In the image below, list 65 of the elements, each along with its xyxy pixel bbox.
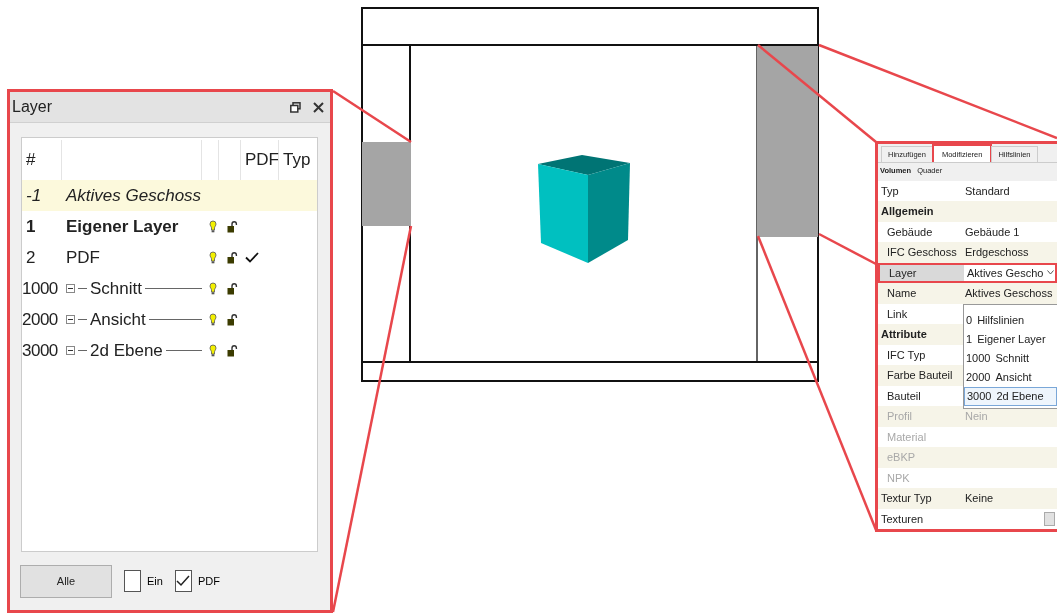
property-label: Bauteil xyxy=(886,389,922,402)
layer-number: 1000 xyxy=(22,278,58,298)
property-label: IFC Typ xyxy=(886,348,927,361)
dropdown-item[interactable]: 2000 Ansicht xyxy=(964,367,1057,387)
layer-number: 2000 xyxy=(22,309,58,329)
dropdown-item[interactable]: 3000 2d Ebene xyxy=(964,386,1057,406)
layer-name: Eigener Layer xyxy=(66,216,179,237)
caret-icon[interactable] xyxy=(1047,270,1055,276)
property-label: Typ xyxy=(880,184,900,197)
property-value[interactable]: Aktives Geschoss xyxy=(965,287,1053,300)
padlock-icon[interactable] xyxy=(226,313,238,326)
layer-name: Ansicht xyxy=(90,309,146,330)
layer-name: Aktives Geschoss xyxy=(66,185,202,206)
property-label: Farbe Bauteil xyxy=(886,369,954,382)
layer-name: 2d Ebene xyxy=(90,340,163,361)
checkbox-label: Ein xyxy=(147,575,163,587)
dropdown-item[interactable]: 1000 Schnitt xyxy=(964,348,1057,368)
layer-number: 2 xyxy=(26,247,36,267)
checkbox[interactable] xyxy=(174,570,192,592)
close-icon[interactable] xyxy=(313,101,324,113)
property-value[interactable]: Standard xyxy=(965,184,1010,197)
checkbox[interactable] xyxy=(124,570,141,592)
column-header[interactable]: Typ xyxy=(279,140,317,180)
padlock-icon[interactable] xyxy=(226,282,238,295)
light-bulb-icon[interactable] xyxy=(208,313,217,326)
layer-dropdown[interactable]: Aktives Gescho xyxy=(964,266,1055,279)
property-label: Material xyxy=(886,430,928,443)
property-label: NPK xyxy=(886,471,911,484)
layer-number: 1 xyxy=(26,216,36,236)
light-bulb-icon[interactable] xyxy=(208,282,217,295)
panel-title: Layer xyxy=(12,98,54,116)
restore-window-icon[interactable] xyxy=(290,101,301,113)
layer-name: PDF xyxy=(66,247,100,268)
property-value[interactable]: Gebäude 1 xyxy=(965,225,1020,238)
property-label: Name xyxy=(886,287,918,300)
property-label: eBKP xyxy=(886,451,917,464)
layer-number: 3000 xyxy=(22,340,58,360)
property-value: Nein xyxy=(965,410,988,423)
checkbox-label: PDF xyxy=(197,575,220,587)
property-value[interactable]: Keine xyxy=(965,492,994,505)
property-label: Layer xyxy=(880,264,964,281)
property-label: IFC Geschoss xyxy=(886,246,958,259)
property-label: Texturen xyxy=(880,512,925,525)
light-bulb-icon[interactable] xyxy=(208,251,217,264)
check-icon xyxy=(245,252,259,263)
padlock-icon[interactable] xyxy=(226,251,238,264)
layer-row[interactable]: -1 Aktives Geschoss xyxy=(22,180,317,211)
property-value[interactable]: Erdgeschoss xyxy=(965,246,1029,259)
all-button[interactable]: Alle xyxy=(20,564,112,598)
section-header[interactable]: Attribute xyxy=(878,328,962,341)
collapse-icon[interactable] xyxy=(66,284,75,293)
dropdown-item[interactable]: 1 Eigener Layer xyxy=(964,329,1057,349)
light-bulb-icon[interactable] xyxy=(208,344,217,357)
collapse-icon[interactable] xyxy=(66,346,75,355)
layer-number: -1 xyxy=(26,185,42,205)
property-label: Gebäude xyxy=(886,225,934,238)
property-label: Textur Typ xyxy=(880,492,933,505)
dropdown-item[interactable]: 0 Hilfslinien xyxy=(964,310,1057,330)
property-label: Profil xyxy=(886,410,914,423)
padlock-icon[interactable] xyxy=(226,344,238,357)
layer-name: Schnitt xyxy=(90,278,142,299)
collapse-icon[interactable] xyxy=(66,315,75,324)
padlock-icon[interactable] xyxy=(226,220,238,233)
property-label: Link xyxy=(886,307,909,320)
light-bulb-icon[interactable] xyxy=(208,220,217,233)
